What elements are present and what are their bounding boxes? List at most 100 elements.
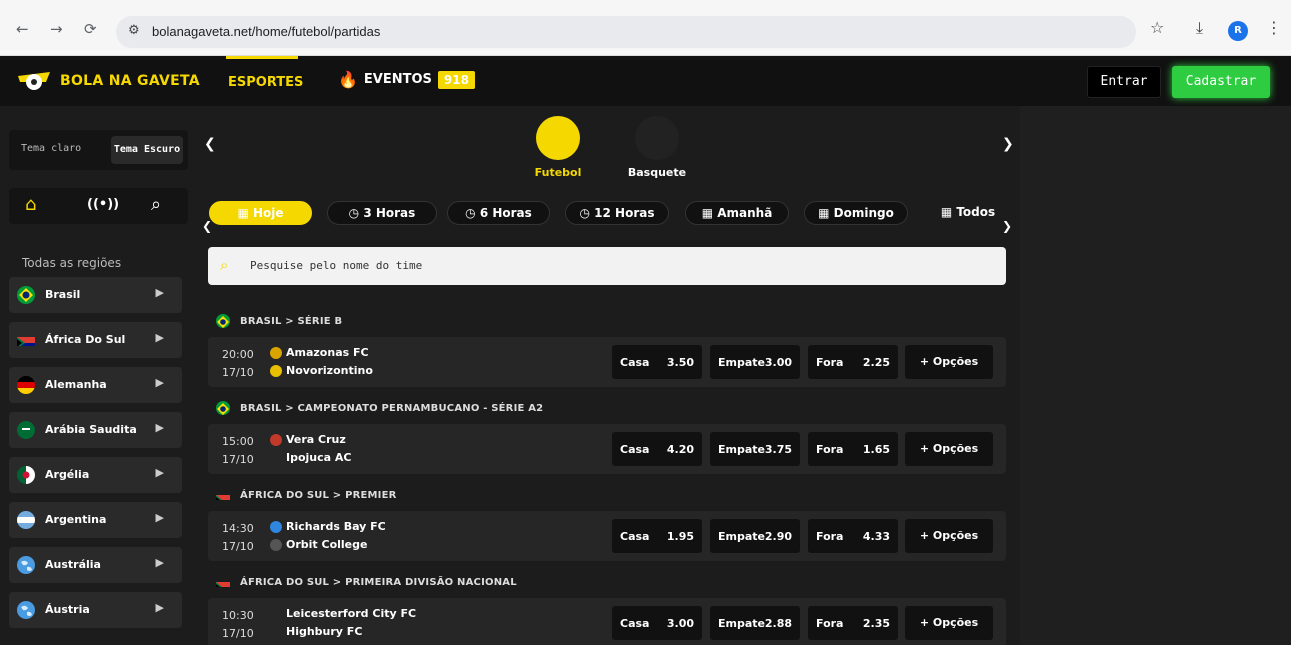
live-icon[interactable]: ((•)) <box>87 197 119 212</box>
filter-3-horas[interactable]: ◷ 3 Horas <box>327 201 437 225</box>
url-text[interactable]: bolanagaveta.net/home/futebol/partidas <box>152 24 380 39</box>
tab-esportes[interactable]: ESPORTES <box>212 56 312 106</box>
sidebar-item-arabia-saudita[interactable]: Arábia Saudita ▶ <box>9 412 182 448</box>
more-options-button[interactable]: + Opções <box>905 606 993 640</box>
match-date: 17/10 <box>222 627 254 640</box>
odd-empate-button[interactable]: Empate 2.90 <box>710 519 800 553</box>
region-label: Austrália <box>45 558 101 571</box>
odd-casa-button[interactable]: Casa 4.20 <box>612 432 702 466</box>
theme-dark-option[interactable]: Tema Escuro <box>111 136 183 164</box>
match-date: 17/10 <box>222 540 254 553</box>
sidebar-item-australia[interactable]: Austrália ▶ <box>9 547 182 583</box>
filter-amanha[interactable]: ▦ Amanhã <box>685 201 789 225</box>
back-icon[interactable]: ← <box>16 20 29 38</box>
league-name: BRASIL > CAMPEONATO PERNAMBUCANO - SÉRIE… <box>240 402 544 414</box>
sidebar-item-argelia[interactable]: Argélia ▶ <box>9 457 182 493</box>
chevron-right-icon: ▶ <box>155 331 164 344</box>
match-row[interactable]: 20:00 17/10 Amazonas FC Novorizontino Ca… <box>208 337 1006 387</box>
download-icon[interactable]: ⤓ <box>1196 18 1203 38</box>
sidebar: Tema claro Tema Escuro ⌂ ((•)) ⌕ Todas a… <box>0 106 196 645</box>
sport-basquete[interactable]: Basquete <box>627 116 687 179</box>
home-team: Vera Cruz <box>270 433 346 446</box>
team-crest-icon <box>270 433 282 446</box>
sidebar-item-brasil[interactable]: Brasil ▶ <box>9 277 182 313</box>
south-africa-flag-icon <box>216 577 230 587</box>
site-settings-icon[interactable]: ⚙ <box>128 23 140 38</box>
odd-fora-button[interactable]: Fora 2.25 <box>808 345 898 379</box>
bookmark-star-icon[interactable]: ☆ <box>1150 18 1164 37</box>
team-crest-icon <box>270 538 282 551</box>
home-team: Richards Bay FC <box>270 520 386 533</box>
odd-empate-button[interactable]: Empate 3.00 <box>710 345 800 379</box>
menu-kebab-icon[interactable]: ⋮ <box>1266 18 1282 37</box>
odd-fora-button[interactable]: Fora 1.65 <box>808 432 898 466</box>
sidebar-item-africa-do-sul[interactable]: África Do Sul ▶ <box>9 322 182 358</box>
tab-eventos[interactable]: 🔥 EVENTOS 918 <box>338 70 475 89</box>
chevron-right-icon: ▶ <box>155 556 164 569</box>
tab-eventos-label: EVENTOS <box>363 72 432 87</box>
south-africa-flag-icon <box>216 490 230 500</box>
brazil-flag-icon <box>216 314 230 328</box>
logo-text: BOLA NA GAVETA <box>60 73 200 89</box>
odd-fora-button[interactable]: Fora 4.33 <box>808 519 898 553</box>
match-row[interactable]: 14:30 17/10 Richards Bay FC Orbit Colleg… <box>208 511 1006 561</box>
site-header: BOLA NA GAVETA ESPORTES 🔥 EVENTOS 918 En… <box>0 56 1291 106</box>
login-button[interactable]: Entrar <box>1087 66 1161 98</box>
match-row[interactable]: 15:00 17/10 Vera Cruz Ipojuca AC Casa 4.2… <box>208 424 1006 474</box>
sports-prev-arrow-icon[interactable]: ❮ <box>204 136 216 152</box>
odd-empate-button[interactable]: Empate 2.88 <box>710 606 800 640</box>
more-options-button[interactable]: + Opções <box>905 519 993 553</box>
odd-empate-button[interactable]: Empate 3.75 <box>710 432 800 466</box>
filter-domingo[interactable]: ▦ Domingo <box>804 201 908 225</box>
signup-button[interactable]: Cadastrar <box>1172 66 1270 98</box>
theme-toggle[interactable]: Tema claro Tema Escuro <box>9 130 188 170</box>
home-icon[interactable]: ⌂ <box>25 194 36 215</box>
main-content: ❮ Futebol Basquete ❯ ▦ Hoje ◷ 3 Horas ◷ … <box>196 106 1020 645</box>
more-options-button[interactable]: + Opções <box>905 432 993 466</box>
globe-icon <box>17 601 35 619</box>
filter-12-horas[interactable]: ◷ 12 Horas <box>565 201 669 225</box>
clock-icon: ◷ <box>579 206 595 220</box>
region-label: Brasil <box>45 288 81 301</box>
chevron-right-icon: ▶ <box>155 376 164 389</box>
south-africa-flag-icon <box>17 334 35 346</box>
filter-6-horas[interactable]: ◷ 6 Horas <box>447 201 550 225</box>
home-team: Leicesterford City FC <box>270 607 416 620</box>
theme-light-option[interactable]: Tema claro <box>21 143 81 154</box>
filters-prev-arrow-icon[interactable]: ❮ <box>202 219 212 233</box>
site-logo[interactable]: BOLA NA GAVETA <box>16 70 200 92</box>
calendar-icon: ▦ <box>818 206 834 220</box>
more-options-button[interactable]: + Opções <box>905 345 993 379</box>
profile-avatar[interactable]: R <box>1228 21 1248 41</box>
odd-casa-button[interactable]: Casa 3.00 <box>612 606 702 640</box>
right-panel <box>1020 106 1291 645</box>
argentina-flag-icon <box>17 511 35 529</box>
filter-hoje[interactable]: ▦ Hoje <box>209 201 312 225</box>
search-icon[interactable]: ⌕ <box>151 194 161 215</box>
region-label: Arábia Saudita <box>45 423 137 436</box>
team-crest-icon <box>270 346 282 359</box>
sports-next-arrow-icon[interactable]: ❯ <box>1002 136 1014 152</box>
chevron-right-icon: ▶ <box>155 286 164 299</box>
match-row[interactable]: 10:30 17/10 Leicesterford City FC Highbu… <box>208 598 1006 645</box>
sidebar-item-austria[interactable]: Áustria ▶ <box>9 592 182 628</box>
region-label: Argélia <box>45 468 90 481</box>
filter-todos[interactable]: ▦ Todos <box>924 201 1012 225</box>
region-label: Argentina <box>45 513 107 526</box>
odd-casa-button[interactable]: Casa 1.95 <box>612 519 702 553</box>
sidebar-item-alemanha[interactable]: Alemanha ▶ <box>9 367 182 403</box>
address-bar[interactable]: ⚙ bolanagaveta.net/home/futebol/partidas <box>116 16 1136 48</box>
sidebar-item-argentina[interactable]: Argentina ▶ <box>9 502 182 538</box>
odd-fora-button[interactable]: Fora 2.35 <box>808 606 898 640</box>
team-crest-icon <box>270 608 282 620</box>
team-search[interactable]: ⌕ Pesquise pelo nome do time <box>208 247 1006 285</box>
reload-icon[interactable]: ⟳ <box>84 20 97 38</box>
forward-icon[interactable]: → <box>50 20 63 38</box>
sport-futebol[interactable]: Futebol <box>528 116 588 179</box>
logo-ball-icon <box>18 72 50 90</box>
search-input[interactable]: Pesquise pelo nome do time <box>250 259 422 272</box>
filters-next-arrow-icon[interactable]: ❯ <box>1002 219 1012 233</box>
odd-casa-button[interactable]: Casa 3.50 <box>612 345 702 379</box>
away-team: Novorizontino <box>270 364 373 377</box>
globe-icon <box>17 556 35 574</box>
